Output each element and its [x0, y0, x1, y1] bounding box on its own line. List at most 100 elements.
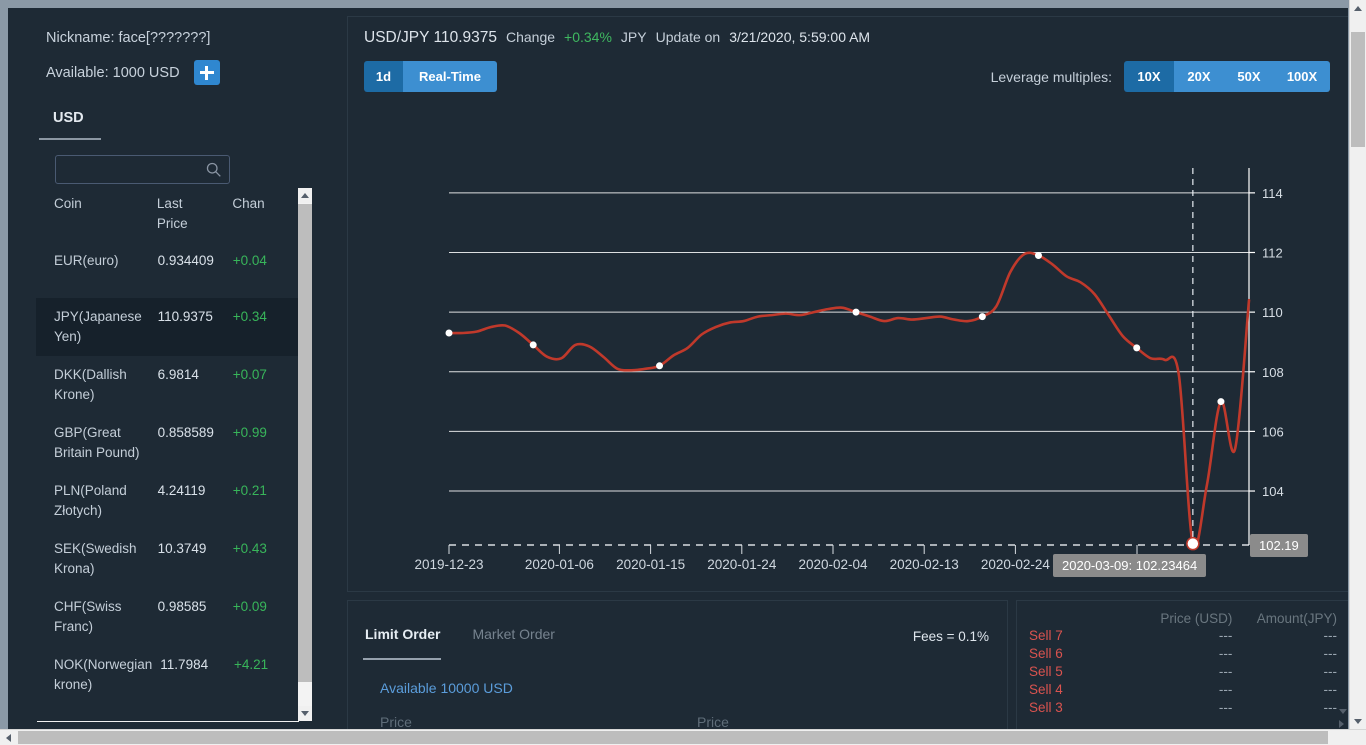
coin-row[interactable]: EUR(euro)0.934409+0.04 [36, 242, 301, 298]
coin-last-price: 0.858589 [158, 423, 233, 463]
scroll-down-arrow-icon[interactable] [298, 706, 312, 721]
coin-row[interactable]: GBP(Great Britain Pound)0.858589+0.99 [36, 414, 301, 472]
tab-usd-indicator [39, 138, 101, 140]
orderbook-price: --- [1099, 664, 1233, 679]
search-input[interactable] [56, 156, 204, 183]
coin-list-vertical-scrollbar[interactable] [298, 188, 312, 721]
page-horizontal-scrollbar[interactable] [0, 729, 1366, 745]
change-value: +0.34% [564, 29, 612, 45]
tab-market-order[interactable]: Market Order [472, 626, 554, 654]
axis-value-badge: 102.19 [1250, 534, 1308, 557]
order-type-tabs[interactable]: Limit Order Market Order [365, 626, 555, 654]
page-vertical-scrollbar[interactable] [1349, 0, 1366, 730]
orderbook-row[interactable]: Sell 4------ [1017, 680, 1348, 698]
coin-row[interactable]: RUB(Russian Ruble)79.9136+0.54 [36, 704, 301, 714]
leverage-button-100x[interactable]: 100X [1274, 61, 1330, 92]
coin-row[interactable]: CHF(Swiss Franc)0.98585+0.09 [36, 588, 301, 646]
leverage-button-50x[interactable]: 50X [1224, 61, 1274, 92]
orderbook-side: Sell 7 [1029, 628, 1099, 643]
scroll-left-arrow-icon[interactable] [0, 730, 17, 745]
column-header-change: Chan [232, 194, 301, 242]
x-axis-tick-label: 2020-02-04 [798, 557, 868, 572]
orderbook-price: --- [1099, 700, 1233, 715]
scrollbar-thumb[interactable] [298, 204, 312, 682]
coin-list-horizontal-scrollbar[interactable] [37, 721, 299, 722]
scroll-right-arrow-icon[interactable] [281, 721, 299, 722]
timeframe-button-group[interactable]: 1dReal-Time [364, 61, 497, 92]
leverage-button-group[interactable]: 10X20X50X100X [1124, 61, 1330, 92]
orderbook-side: Sell 4 [1029, 682, 1099, 697]
orderbook-row[interactable]: Sell 7------ [1017, 626, 1348, 644]
scroll-down-arrow-icon[interactable] [1350, 713, 1366, 730]
chart-data-marker[interactable] [1134, 345, 1140, 351]
fees-label: Fees = 0.1% [913, 629, 989, 644]
update-timestamp: 3/21/2020, 5:59:00 AM [729, 29, 870, 45]
grid-lines [449, 193, 1249, 545]
coin-name: GBP(Great Britain Pound) [54, 423, 158, 463]
search-box[interactable] [55, 155, 230, 184]
coin-change: +0.54 [233, 713, 301, 714]
scroll-left-arrow-icon[interactable] [37, 721, 55, 722]
orderbook-vertical-scrollbar[interactable] [1337, 601, 1348, 719]
orderbook-side: Sell 5 [1029, 664, 1099, 679]
orderbook-row[interactable]: Sell 3------ [1017, 698, 1348, 716]
price-chart[interactable]: 104106108110112114 2019-12-232020-01-062… [348, 107, 1348, 593]
coin-list[interactable]: Coin Last Price Chan EUR(euro)0.934409+0… [36, 194, 301, 714]
orderbook-horizontal-scrollbar[interactable] [1016, 717, 1348, 729]
leverage-button-20x[interactable]: 20X [1174, 61, 1224, 92]
order-available-balance: Available 10000 USD [380, 680, 513, 696]
chart-data-marker[interactable] [979, 314, 985, 320]
orderbook-amount: --- [1232, 664, 1337, 679]
scroll-right-arrow-icon[interactable] [1335, 717, 1347, 729]
orderbook-column-amount: Amount(JPY) [1232, 611, 1337, 626]
chart-data-marker[interactable] [1035, 252, 1041, 258]
sidebar: Nickname: face[???????] Available: 1000 … [8, 8, 333, 722]
coin-row[interactable]: JPY(Japanese Yen)110.9375+0.34 [36, 298, 301, 356]
app-root: Nickname: face[???????] Available: 1000 … [0, 0, 1366, 745]
tab-usd[interactable]: USD [53, 110, 84, 135]
orderbook-row[interactable]: Sell 6------ [1017, 644, 1348, 662]
x-axis-tick-label: 2019-12-23 [414, 557, 483, 572]
coin-row[interactable]: PLN(Poland Złotych)4.24119+0.21 [36, 472, 301, 530]
chart-svg: 104106108110112114 2019-12-232020-01-062… [348, 107, 1348, 593]
orderbook-row[interactable]: Sell 5------ [1017, 662, 1348, 680]
orderbook-amount: --- [1232, 682, 1337, 697]
available-row: Available: 1000 USD [46, 60, 220, 85]
order-form-panel: Limit Order Market Order Fees = 0.1% Avai… [347, 600, 1008, 730]
scrollbar-thumb[interactable] [1351, 32, 1365, 147]
scroll-down-arrow-icon[interactable] [1337, 705, 1348, 717]
plus-icon[interactable] [194, 60, 220, 85]
x-axis-tick-label: 2020-01-15 [616, 557, 685, 572]
coin-last-price: 110.9375 [158, 307, 233, 347]
coin-change: +0.43 [233, 539, 301, 579]
coin-row[interactable]: NOK(Norwegian krone)11.7984+4.21 [36, 646, 301, 704]
coin-row[interactable]: SEK(Swedish Krona)10.3749+0.43 [36, 530, 301, 588]
chart-highlight-marker[interactable] [1187, 538, 1199, 550]
y-axis: 104106108110112114 [1249, 168, 1284, 545]
timeframe-button-real-time[interactable]: Real-Time [403, 61, 497, 92]
chart-data-marker[interactable] [1218, 399, 1224, 405]
timeframe-button-1d[interactable]: 1d [364, 61, 403, 92]
scrollbar-thumb[interactable] [18, 731, 1328, 744]
chart-data-marker[interactable] [853, 309, 859, 315]
pair-price: USD/JPY 110.9375 [364, 29, 497, 47]
chart-data-marker[interactable] [657, 363, 663, 369]
quote-currency: JPY [621, 29, 647, 45]
scroll-up-arrow-icon[interactable] [1350, 0, 1366, 17]
leverage-control: Leverage multiples: 10X20X50X100X [991, 61, 1330, 92]
y-axis-tick-label: 108 [1262, 365, 1284, 380]
coin-last-price: 11.7984 [160, 655, 234, 695]
scroll-up-arrow-icon[interactable] [298, 188, 312, 203]
available-balance-label: Available: 1000 USD [46, 65, 180, 81]
chart-panel: USD/JPY 110.9375 Change +0.34% JPY Updat… [347, 16, 1348, 592]
tab-limit-order[interactable]: Limit Order [365, 626, 440, 654]
trading-app: Nickname: face[???????] Available: 1000 … [8, 8, 1348, 730]
chart-data-marker[interactable] [446, 330, 452, 336]
chart-tooltip: 2020-03-09: 102.23464 [1053, 554, 1206, 577]
search-icon [205, 161, 222, 178]
y-axis-tick-label: 110 [1262, 305, 1283, 320]
leverage-button-10x[interactable]: 10X [1124, 61, 1174, 92]
coin-row[interactable]: DKK(Dallish Krone)6.9814+0.07 [36, 356, 301, 414]
chart-data-marker[interactable] [530, 342, 536, 348]
coin-change: +4.21 [234, 655, 301, 695]
